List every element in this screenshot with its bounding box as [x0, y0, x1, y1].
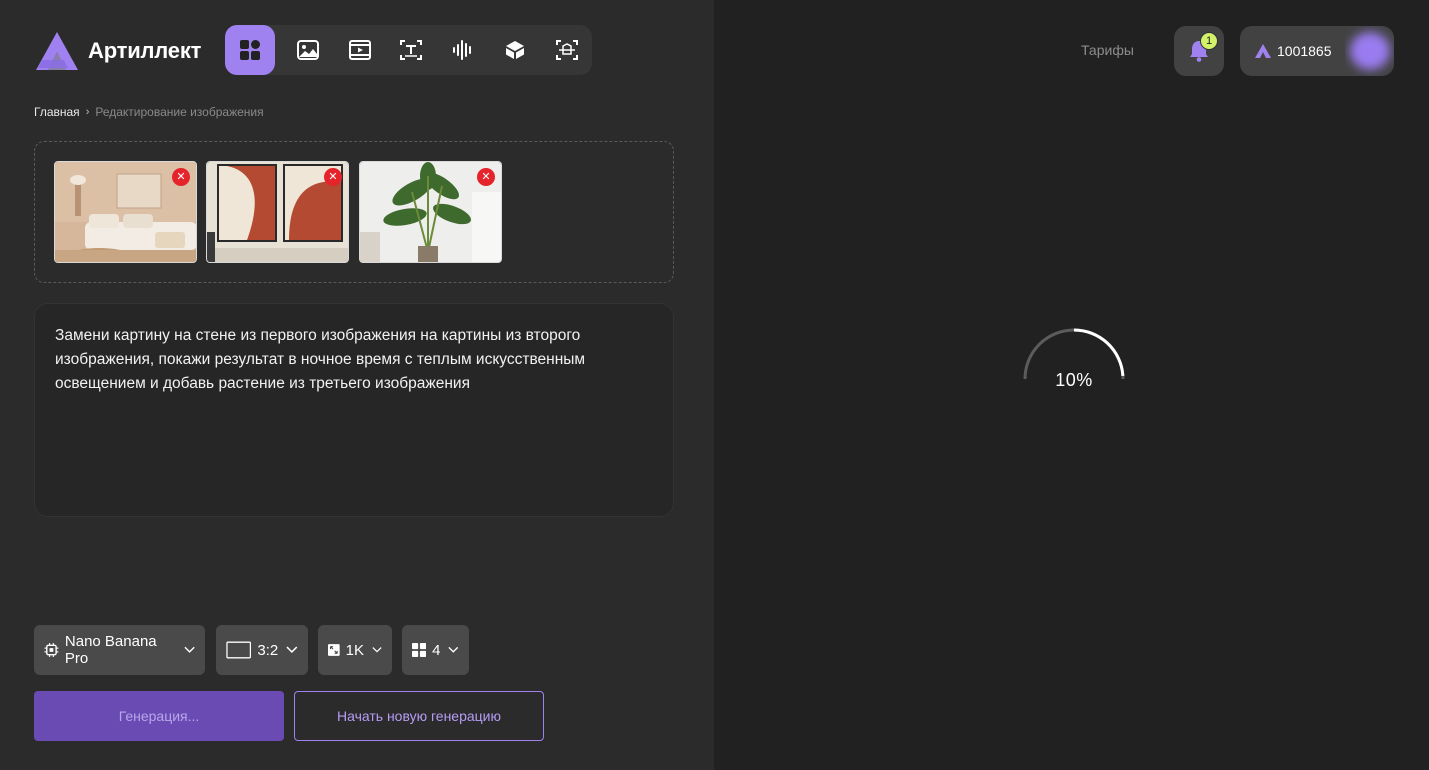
audio-wave-icon[interactable]	[438, 25, 488, 75]
progress-percent: 10%	[1055, 370, 1093, 390]
avatar[interactable]	[1345, 26, 1394, 76]
video-icon[interactable]	[335, 25, 385, 75]
apps-icon[interactable]	[225, 25, 275, 75]
chevron-down-icon	[448, 646, 459, 653]
chevron-down-icon	[286, 646, 298, 653]
avatar-image	[1350, 32, 1390, 70]
editor-panel: Артиллект Главная › Редактирование изобр…	[0, 0, 714, 770]
text-icon[interactable]	[386, 25, 436, 75]
upload-thumb-plant[interactable]: ✕	[359, 161, 502, 263]
brand-name: Артиллект	[88, 38, 202, 63]
remove-image-button[interactable]: ✕	[324, 168, 342, 186]
aspect-ratio-select[interactable]: 3:2	[216, 625, 308, 675]
prompt-textarea[interactable]: Замени картину на стене из первого изобр…	[34, 303, 674, 517]
new-generation-button[interactable]: Начать новую генерацию	[294, 691, 544, 741]
notifications-button[interactable]	[1174, 26, 1224, 76]
model-select[interactable]: Nano Banana Pro	[34, 625, 205, 675]
count-label: 4	[432, 641, 441, 659]
generation-progress: 10%	[1021, 326, 1127, 406]
upload-thumb-living-room[interactable]: ✕	[54, 161, 197, 263]
resolution-label: 1K	[345, 641, 365, 659]
notification-count-badge: 1	[1200, 32, 1218, 50]
chip-icon	[44, 643, 59, 657]
cube-3d-icon[interactable]	[490, 25, 540, 75]
chevron-down-icon	[184, 646, 195, 653]
upload-thumb-paintings[interactable]: ✕	[206, 161, 349, 263]
logo-icon	[36, 32, 78, 70]
prompt-text: Замени картину на стене из первого изобр…	[55, 327, 586, 392]
image-icon[interactable]	[283, 25, 333, 75]
breadcrumb: Главная › Редактирование изображения	[34, 105, 264, 119]
tool-switcher	[225, 25, 592, 75]
logo[interactable]: Артиллект	[34, 30, 201, 72]
count-select[interactable]: 4	[402, 625, 469, 675]
aspect-ratio-label: 3:2	[257, 641, 279, 659]
logo-icon	[1255, 44, 1271, 58]
chevron-down-icon	[372, 647, 382, 653]
remove-image-button[interactable]: ✕	[477, 168, 495, 186]
tariffs-link[interactable]: Тарифы	[1081, 42, 1134, 58]
model-label: Nano Banana Pro	[64, 633, 157, 667]
remove-image-button[interactable]: ✕	[172, 168, 190, 186]
aspect-ratio-icon	[226, 641, 252, 659]
chevron-right-icon: ›	[85, 106, 90, 118]
resolution-select[interactable]: 1K	[318, 625, 392, 675]
breadcrumb-home[interactable]: Главная	[34, 105, 80, 119]
image-dropzone[interactable]: ✕ ✕ ✕	[34, 141, 674, 283]
balance-amount: 1001865	[1277, 43, 1332, 59]
resolution-icon	[328, 644, 340, 656]
generate-button[interactable]: Генерация...	[34, 691, 284, 741]
breadcrumb-current: Редактирование изображения	[95, 105, 264, 119]
grid-icon	[412, 642, 427, 658]
face-scan-icon[interactable]	[542, 25, 592, 75]
